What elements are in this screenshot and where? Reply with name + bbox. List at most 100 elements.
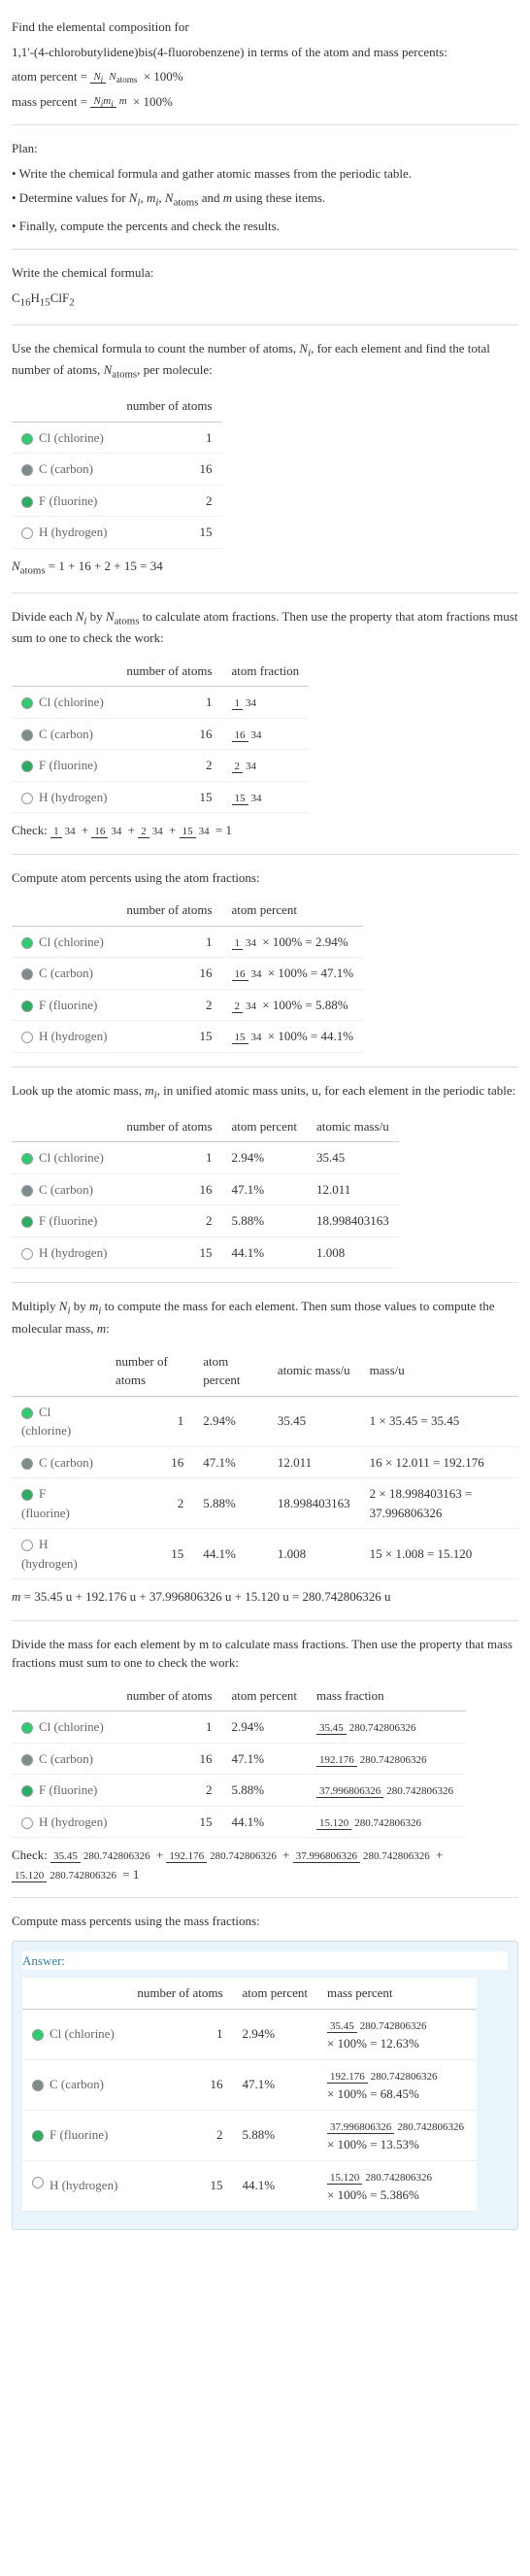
v: 16 [116, 454, 221, 486]
den: 280.742806326 [357, 2020, 430, 2032]
r: × 100% = 5.386% [327, 2187, 419, 2202]
eq: = 1 [119, 1867, 139, 1881]
r: 2.94% [315, 934, 348, 949]
p: 44.1% [222, 1806, 308, 1838]
circle-icon [21, 1754, 33, 1766]
p: 5.88% [222, 1775, 308, 1807]
table-row: C (carbon)1647.1%192.176280.742806326× 1… [22, 2059, 477, 2110]
eq: = 1 + 16 + 2 + 15 = 34 [46, 559, 163, 573]
check-atom-fraction: Check: 134 + 1634 + 234 + 1534 = 1 [12, 821, 518, 840]
el: Cl (chlorine) [50, 2026, 115, 2041]
d-atoms: atoms [115, 615, 140, 627]
frac: 234 [232, 1000, 260, 1012]
circle-icon [21, 1817, 33, 1829]
p: 44.1% [233, 2160, 318, 2211]
el: Cl (chlorine) [39, 695, 104, 709]
n: 15 [116, 1806, 221, 1838]
p: 2.94% [233, 2009, 318, 2059]
answer-head: Answer: [22, 1951, 508, 1971]
table-row: F (fluorine)25.88%37.996806326280.742806… [22, 2110, 477, 2160]
den: 34 [243, 761, 259, 772]
el-h: H (hydrogen) [39, 525, 107, 539]
f3: 234 [138, 826, 166, 837]
table-row: Cl (chlorine)12.94%35.451 × 35.45 = 35.4… [12, 1396, 518, 1446]
circle-icon [21, 1785, 33, 1797]
table-row: C (carbon)161634 × 100% = 47.1% [12, 958, 363, 990]
f3: 37.996806326280.742806326 [293, 1850, 433, 1862]
circle-icon [21, 1407, 33, 1419]
table-mass-percent: number of atomsatom percentmass percent … [22, 1978, 477, 2212]
r: × 100% = 12.63% [327, 2036, 419, 2051]
n: 16 [116, 1173, 221, 1205]
check-mass-fraction: Check: 35.45280.742806326 + 192.176280.7… [12, 1846, 518, 1883]
n: 1 [116, 926, 221, 958]
table-row: C (carbon)1647.1%12.01116 × 12.011 = 192… [12, 1446, 518, 1478]
c3: mass fraction [307, 1680, 466, 1712]
p: 5.88% [233, 2110, 318, 2160]
frac: 1534 [232, 1032, 265, 1043]
n: 16 [116, 1743, 221, 1775]
num: 1 [232, 937, 244, 950]
c3: mass percent [317, 1978, 477, 2009]
n: 1 [116, 1142, 221, 1174]
m: 35.45 [307, 1142, 399, 1174]
f16: 16 [20, 296, 31, 308]
table-row: Cl (chlorine)1134 × 100% = 2.94% [12, 926, 363, 958]
c2: atom percent [193, 1346, 268, 1397]
lb: , in unified atomic mass units, u, for e… [157, 1083, 516, 1098]
den: 280.742806326 [362, 2172, 435, 2184]
n: 16 [127, 2059, 232, 2110]
num: 192.176 [327, 2071, 368, 2084]
atoms: atoms [20, 564, 46, 576]
natoms-sum: Natoms = 1 + 16 + 2 + 15 = 34 [12, 557, 518, 579]
chemical-formula: C16H15ClF2 [12, 288, 518, 311]
circle-icon [21, 729, 33, 741]
Ni: Ni [59, 1299, 71, 1313]
r: 47.1% [321, 966, 354, 980]
table-row: Cl (chlorine)12.94%35.45280.742806326× 1… [22, 2009, 477, 2059]
p: 5.88% [222, 1205, 308, 1237]
ck: Check: [12, 823, 50, 837]
mi: mi [89, 1299, 101, 1313]
write-formula-head: Write the chemical formula: [12, 263, 518, 283]
n: 15 [116, 1021, 221, 1053]
frac: 37.996806326280.742806326 [316, 1785, 456, 1797]
frac: 234 [232, 761, 260, 772]
lookup-mass-text: Look up the atomic mass, mi, in unified … [12, 1081, 518, 1103]
plan-bullet-2: • Determine values for Ni, mi, Natoms an… [12, 188, 518, 211]
N: N [12, 559, 20, 573]
m: 12.011 [307, 1173, 399, 1205]
plan-bullet-1: • Write the chemical formula and gather … [12, 164, 518, 184]
el: C (carbon) [39, 1182, 93, 1197]
n: 16 [116, 958, 221, 990]
table-row: F (fluorine)2234 × 100% = 5.88% [12, 989, 363, 1021]
n: 1 [116, 1712, 221, 1744]
d-Ni: Ni [76, 609, 87, 624]
den: 34 [243, 937, 259, 949]
f1: 35.45280.742806326 [50, 1850, 153, 1862]
table-row: C (carbon)16 [12, 454, 222, 486]
num: 15.120 [327, 2172, 362, 2185]
den: 34 [248, 729, 265, 741]
frac: 1634 [232, 968, 265, 980]
num: 2 [232, 1000, 244, 1013]
den: 280.742806326 [368, 2071, 441, 2083]
el: Cl (chlorine) [39, 934, 104, 949]
num: 37.996806326 [316, 1785, 383, 1798]
frac: 134 [232, 697, 260, 709]
table-atom-percent: number of atomsatom percent Cl (chlorine… [12, 895, 363, 1053]
table-row: C (carbon)161634 [12, 718, 309, 750]
f2: 1634 [91, 826, 124, 837]
circle-icon [21, 433, 33, 445]
table-atom-fraction: number of atomsatom fraction Cl (chlorin… [12, 656, 309, 814]
plan-b2-atoms: atoms [174, 197, 199, 209]
mass-fraction-text: Divide the mass for each element by m to… [12, 1635, 518, 1673]
p: 47.1% [222, 1173, 308, 1205]
d-a: Divide each [12, 609, 76, 624]
c3: atomic mass/u [307, 1111, 399, 1142]
f1: 134 [50, 826, 79, 837]
c2: atom percent [222, 895, 364, 926]
table-mass-u: number of atomsatom percentatomic mass/u… [12, 1346, 518, 1580]
el: H (hydrogen) [50, 2178, 117, 2192]
circle-icon [21, 1722, 33, 1734]
